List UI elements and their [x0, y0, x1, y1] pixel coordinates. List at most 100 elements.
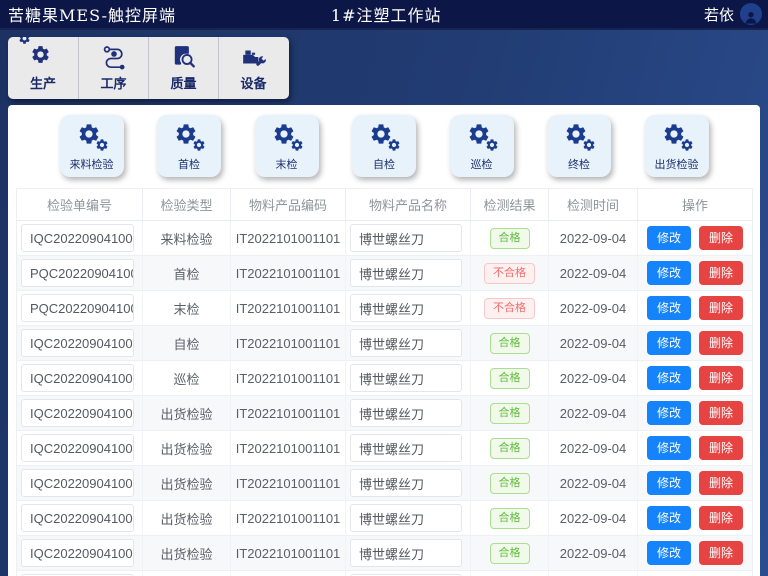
- gears-icon: [369, 122, 399, 150]
- toolbar-item-production[interactable]: 生产: [8, 37, 78, 99]
- material-code-cell: IT2022101001101: [231, 396, 346, 431]
- delete-button[interactable]: 删除: [699, 506, 743, 530]
- date-cell: 2022-09-04: [549, 571, 638, 576]
- table-row: IQC202209041001 自检 IT2022101001101 博世螺丝刀…: [17, 326, 753, 361]
- table-row: IQC202209041001 出货检验 IT2022101001101 博世螺…: [17, 571, 753, 576]
- inspection-button-final-inspection[interactable]: 终检: [547, 115, 611, 177]
- delete-button[interactable]: 删除: [699, 471, 743, 495]
- material-name-cell: 博世螺丝刀: [350, 364, 462, 392]
- material-code-cell: IT2022101001101: [231, 256, 346, 291]
- material-name-cell: 博世螺丝刀: [350, 329, 462, 357]
- inspection-button-first-inspection[interactable]: 首检: [157, 115, 221, 177]
- table-row: IQC202209041001 出货检验 IT2022101001101 博世螺…: [17, 501, 753, 536]
- inspection-button-outgoing-inspection[interactable]: 出货检验: [645, 115, 709, 177]
- edit-button[interactable]: 修改: [647, 471, 691, 495]
- edit-button[interactable]: 修改: [647, 541, 691, 565]
- edit-button[interactable]: 修改: [647, 366, 691, 390]
- order-no-cell: IQC202209041001: [21, 539, 134, 567]
- date-cell: 2022-09-04: [549, 536, 638, 571]
- content-panel: 来料检验 首检 末检 自检 巡检 终检: [8, 105, 760, 576]
- order-no-cell: PQC202209041001: [21, 294, 134, 322]
- inspection-type-cell: 出货检验: [143, 536, 231, 571]
- delete-button[interactable]: 删除: [699, 366, 743, 390]
- gears-icon: [662, 122, 692, 150]
- inspection-button-last-inspection[interactable]: 末检: [255, 115, 319, 177]
- gears-icon: [564, 122, 594, 150]
- column-header: 检验单编号: [17, 189, 143, 221]
- result-badge: 不合格: [484, 298, 535, 319]
- edit-button[interactable]: 修改: [647, 296, 691, 320]
- order-no-cell: IQC202209041001: [21, 224, 134, 252]
- material-name-cell: 博世螺丝刀: [350, 469, 462, 497]
- result-badge: 合格: [490, 438, 530, 459]
- material-code-cell: IT2022101001101: [231, 431, 346, 466]
- material-name-cell: 博世螺丝刀: [350, 259, 462, 287]
- inspection-table: 检验单编号检验类型物料产品编码物料产品名称检测结果检测时间操作 IQC20220…: [16, 188, 753, 576]
- inspection-type-cell: 首检: [143, 256, 231, 291]
- order-no-cell: IQC202209041001: [21, 399, 134, 427]
- user-name: 若依: [704, 4, 734, 25]
- material-name-cell: 博世螺丝刀: [350, 224, 462, 252]
- inspection-type-cell: 巡检: [143, 361, 231, 396]
- table-row: PQC202209041001 末检 IT2022101001101 博世螺丝刀…: [17, 291, 753, 326]
- delete-button[interactable]: 删除: [699, 261, 743, 285]
- edit-button[interactable]: 修改: [647, 436, 691, 460]
- date-cell: 2022-09-04: [549, 326, 638, 361]
- inspection-type-cell: 出货检验: [143, 466, 231, 501]
- column-header: 检验类型: [143, 189, 231, 221]
- material-name-cell: 博世螺丝刀: [350, 434, 462, 462]
- avatar[interactable]: [740, 3, 762, 25]
- edit-button[interactable]: 修改: [647, 506, 691, 530]
- inspection-table-wrap: 检验单编号检验类型物料产品编码物料产品名称检测结果检测时间操作 IQC20220…: [16, 188, 752, 576]
- table-row: PQC202209041001 首检 IT2022101001101 博世螺丝刀…: [17, 256, 753, 291]
- result-badge: 合格: [490, 333, 530, 354]
- date-cell: 2022-09-04: [549, 221, 638, 256]
- inspection-button-self-inspection[interactable]: 自检: [352, 115, 416, 177]
- inspection-type-cell: 出货检验: [143, 571, 231, 576]
- column-header: 操作: [638, 189, 753, 221]
- inspection-button-patrol-inspection[interactable]: 巡检: [450, 115, 514, 177]
- inspection-button-incoming-inspection[interactable]: 来料检验: [60, 115, 124, 177]
- toolbar-item-equipment[interactable]: 设备: [218, 37, 288, 99]
- inspection-type-cell: 来料检验: [143, 221, 231, 256]
- user-menu[interactable]: 若依: [704, 0, 762, 28]
- station-title: 1#注塑工作站: [331, 2, 442, 26]
- edit-button[interactable]: 修改: [647, 401, 691, 425]
- main-toolbar: 生产 工序 质量 设备: [8, 37, 289, 99]
- result-badge: 合格: [490, 403, 530, 424]
- delete-button[interactable]: 删除: [699, 436, 743, 460]
- inspection-type-cell: 出货检验: [143, 501, 231, 536]
- person-icon: [743, 9, 759, 25]
- app-title: 苦糖果MES-触控屏端: [8, 2, 176, 26]
- gears-icon: [174, 122, 204, 150]
- result-badge: 合格: [490, 368, 530, 389]
- delete-button[interactable]: 删除: [699, 331, 743, 355]
- order-no-cell: IQC202209041001: [21, 434, 134, 462]
- table-row: IQC202209041001 出货检验 IT2022101001101 博世螺…: [17, 431, 753, 466]
- inspection-buttons-row: 来料检验 首检 末检 自检 巡检 终检: [8, 105, 760, 181]
- result-badge: 合格: [490, 543, 530, 564]
- edit-button[interactable]: 修改: [647, 226, 691, 250]
- result-badge: 合格: [490, 228, 530, 249]
- order-no-cell: IQC202209041001: [21, 329, 134, 357]
- material-code-cell: IT2022101001101: [231, 221, 346, 256]
- material-name-cell: 博世螺丝刀: [350, 399, 462, 427]
- material-code-cell: IT2022101001101: [231, 291, 346, 326]
- delete-button[interactable]: 删除: [699, 226, 743, 250]
- edit-button[interactable]: 修改: [647, 261, 691, 285]
- inspection-type-cell: 出货检验: [143, 431, 231, 466]
- toolbar-item-process[interactable]: 工序: [78, 37, 148, 99]
- gears-icon: [467, 122, 497, 150]
- delete-button[interactable]: 删除: [699, 296, 743, 320]
- toolbar-item-quality[interactable]: 质量: [148, 37, 218, 99]
- edit-button[interactable]: 修改: [647, 331, 691, 355]
- table-row: IQC202209041001 出货检验 IT2022101001101 博世螺…: [17, 466, 753, 501]
- result-badge: 不合格: [484, 263, 535, 284]
- delete-button[interactable]: 删除: [699, 401, 743, 425]
- delete-button[interactable]: 删除: [699, 541, 743, 565]
- material-name-cell: 博世螺丝刀: [350, 504, 462, 532]
- order-no-cell: IQC202209041001: [21, 504, 134, 532]
- gears-icon: [30, 44, 56, 70]
- quality-icon: [171, 44, 197, 70]
- date-cell: 2022-09-04: [549, 396, 638, 431]
